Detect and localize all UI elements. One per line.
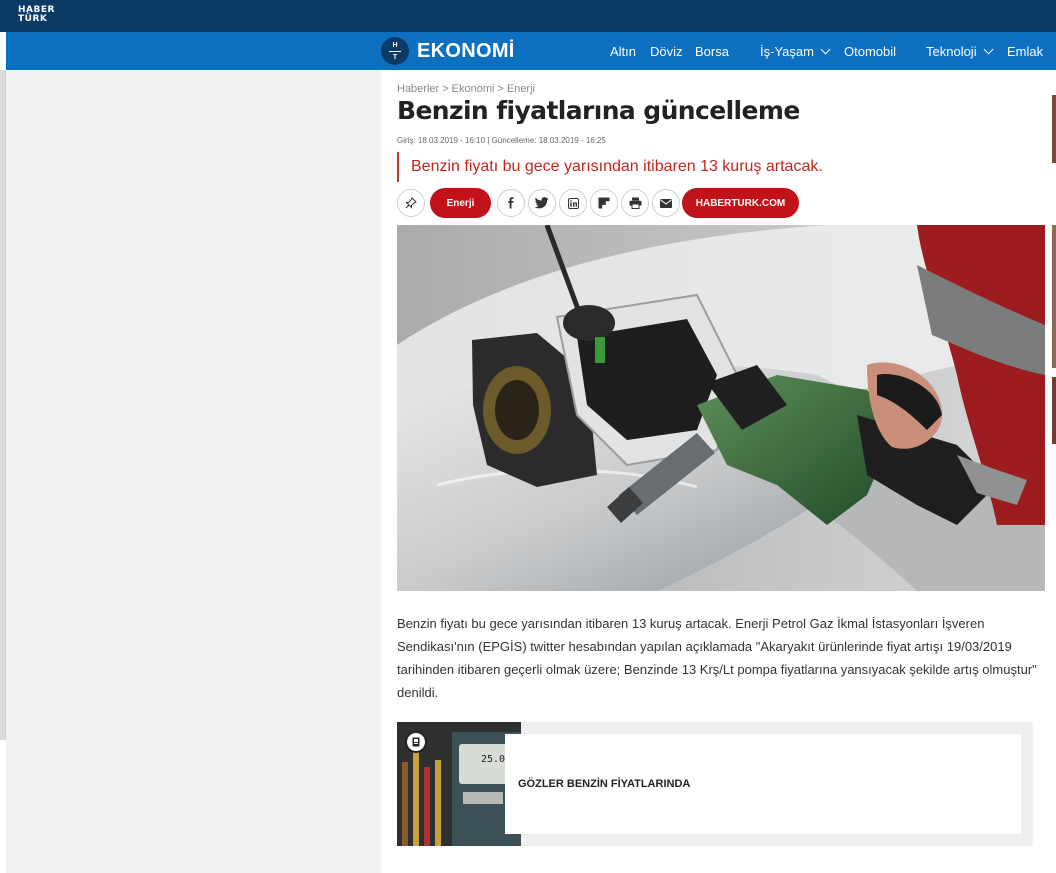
related-news-card[interactable]: 25.00 GÖZLER BENZİN FİYATLARINDA bbox=[397, 722, 1033, 846]
article-dates: Giriş: 18.03.2019 - 16:10 | Güncelleme: … bbox=[397, 136, 606, 145]
related-news-thumbnail[interactable]: 25.00 bbox=[397, 722, 521, 846]
print-button[interactable] bbox=[621, 189, 649, 217]
flipboard-icon bbox=[598, 197, 610, 209]
mail-icon bbox=[660, 198, 672, 208]
pin-button[interactable] bbox=[397, 189, 425, 217]
logo-line-2: TÜRK bbox=[18, 14, 48, 24]
right-ad-strip[interactable] bbox=[1052, 225, 1056, 368]
facebook-share-button[interactable] bbox=[497, 189, 525, 217]
gallery-icon bbox=[412, 737, 420, 747]
flipboard-share-button[interactable] bbox=[590, 189, 618, 217]
article-title: Benzin fiyatlarına güncelleme bbox=[397, 96, 800, 125]
chevron-down-icon bbox=[820, 44, 831, 54]
right-ad-strip[interactable] bbox=[1052, 377, 1056, 444]
nav-item-borsa[interactable]: Borsa bbox=[695, 32, 729, 70]
chevron-down-icon bbox=[983, 44, 994, 54]
related-news-title: GÖZLER BENZİN FİYATLARINDA bbox=[518, 778, 691, 790]
facebook-icon bbox=[508, 197, 514, 209]
breadcrumb: Haberler > Ekonomi > Enerji bbox=[397, 83, 535, 95]
print-icon bbox=[629, 197, 641, 209]
right-ad-strip[interactable] bbox=[1052, 95, 1056, 163]
top-bar: HABER TÜRK bbox=[0, 0, 1056, 32]
article-spot: Benzin fiyatı bu gece yarısından itibare… bbox=[397, 152, 823, 182]
source-haberturk-button[interactable]: HABERTURK.COM bbox=[682, 188, 799, 218]
article-hero-image[interactable] bbox=[397, 225, 1045, 591]
article-body: Benzin fiyatı bu gece yarısından itibare… bbox=[397, 616, 1037, 700]
fuel-nozzle-photo bbox=[397, 225, 1045, 591]
ht-badge-icon: H T bbox=[381, 37, 409, 65]
category-enerji-button[interactable]: Enerji bbox=[430, 188, 491, 218]
gallery-badge bbox=[405, 731, 427, 753]
breadcrumb-item[interactable]: Ekonomi bbox=[452, 83, 495, 95]
breadcrumb-item[interactable]: Enerji bbox=[507, 83, 535, 95]
nav-item-emlak[interactable]: Emlak bbox=[1007, 32, 1043, 70]
related-news-text-card[interactable]: GÖZLER BENZİN FİYATLARINDA bbox=[505, 734, 1021, 834]
section-navbar: H T EKONOMİ Altın Döviz Borsa İş-Yaşam O… bbox=[6, 32, 1056, 70]
nav-item-teknoloji[interactable]: Teknoloji bbox=[926, 32, 994, 70]
pin-icon bbox=[405, 197, 417, 209]
section-title: EKONOMİ bbox=[417, 39, 515, 62]
mail-share-button[interactable] bbox=[652, 189, 680, 217]
nav-item-altin[interactable]: Altın bbox=[610, 32, 636, 70]
linkedin-share-button[interactable] bbox=[559, 189, 587, 217]
twitter-share-button[interactable] bbox=[528, 189, 556, 217]
linkedin-icon bbox=[567, 197, 579, 209]
twitter-icon bbox=[535, 197, 549, 209]
section-brand[interactable]: H T EKONOMİ bbox=[381, 37, 515, 65]
haberturk-logo[interactable]: HABER TÜRK bbox=[18, 6, 58, 26]
breadcrumb-item[interactable]: Haberler bbox=[397, 83, 439, 95]
nav-item-otomobil[interactable]: Otomobil bbox=[844, 32, 896, 70]
left-ad-panel bbox=[6, 70, 381, 873]
nav-item-doviz[interactable]: Döviz bbox=[650, 32, 683, 70]
nav-item-is-yasam[interactable]: İş-Yaşam bbox=[760, 32, 831, 70]
